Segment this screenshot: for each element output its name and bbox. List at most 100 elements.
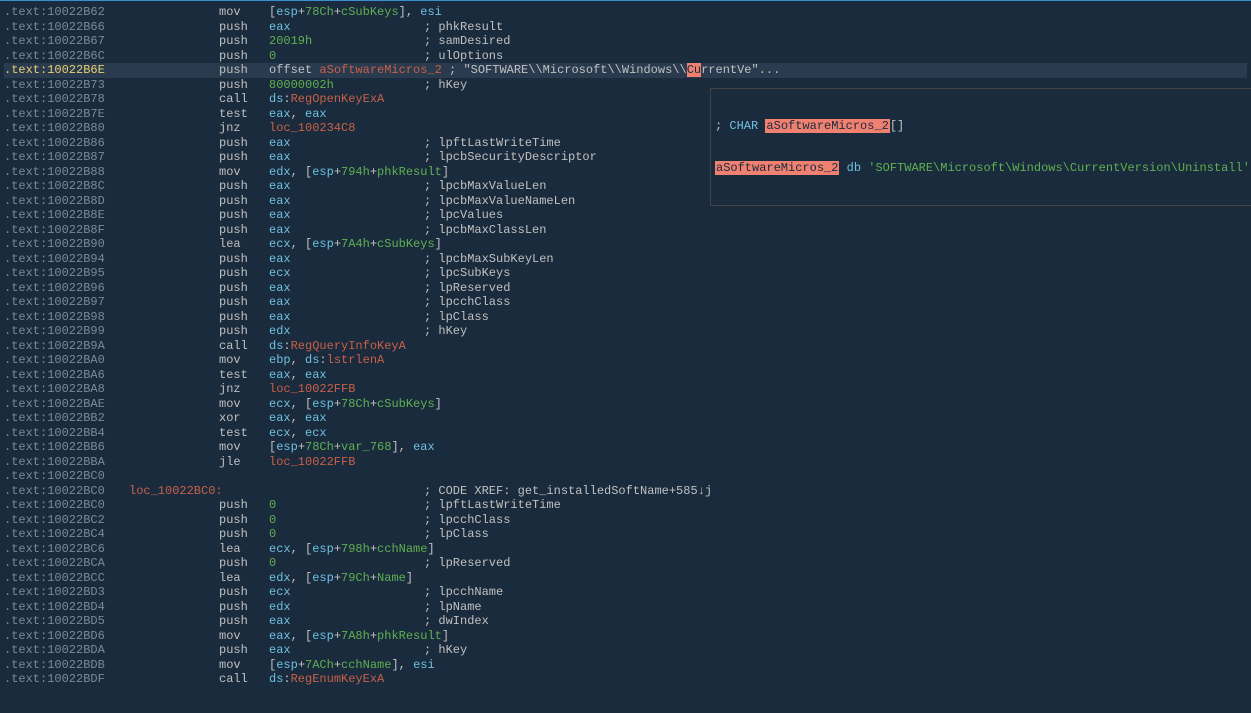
mnemonic: push xyxy=(219,194,269,209)
asm-line[interactable]: .text:10022B6Epushoffset aSoftwareMicros… xyxy=(4,63,1247,78)
comment: ; ulOptions xyxy=(424,49,503,64)
asm-line[interactable]: .text:10022BAEmovecx, [esp+78Ch+cSubKeys… xyxy=(4,397,1247,412)
address: .text:10022BD5 xyxy=(4,614,129,629)
operand-token: loc_10022FFB xyxy=(269,382,355,396)
mnemonic: push xyxy=(219,208,269,223)
operands: eax, eax xyxy=(269,411,327,426)
operand-token: ] xyxy=(427,542,434,556)
operand-token: loc_10022FFB xyxy=(269,455,355,469)
asm-line[interactable]: .text:10022BD6moveax, [esp+7A8h+phkResul… xyxy=(4,629,1247,644)
asm-line[interactable]: .text:10022B6Cpush0; ulOptions xyxy=(4,49,1247,64)
asm-line[interactable]: .text:10022BC4push0; lpClass xyxy=(4,527,1247,542)
operand-token: : xyxy=(283,672,290,686)
operand-token: ] xyxy=(442,629,449,643)
asm-line[interactable]: .text:10022B67push20019h; samDesired xyxy=(4,34,1247,49)
mnemonic: push xyxy=(219,179,269,194)
mnemonic: call xyxy=(219,92,269,107)
mnemonic: push xyxy=(219,310,269,325)
asm-line[interactable]: .text:10022BC2push0; lpcchClass xyxy=(4,513,1247,528)
operand-token: ds xyxy=(269,672,283,686)
operand-token: eax xyxy=(305,107,327,121)
asm-line[interactable]: .text:10022BD5pusheax; dwIndex xyxy=(4,614,1247,629)
asm-line[interactable]: .text:10022BC0 xyxy=(4,469,1247,484)
asm-line[interactable]: .text:10022BD4pushedx; lpName xyxy=(4,600,1247,615)
address: .text:10022BC4 xyxy=(4,527,129,542)
asm-line[interactable]: .text:10022BB2xoreax, eax xyxy=(4,411,1247,426)
operands: ds:RegEnumKeyExA xyxy=(269,672,384,687)
operand-token: edx xyxy=(269,600,291,614)
operand-token: eax xyxy=(269,411,291,425)
asm-line[interactable]: .text:10022BDFcallds:RegEnumKeyExA xyxy=(4,672,1247,687)
asm-line[interactable]: .text:10022BCApush0; lpReserved xyxy=(4,556,1247,571)
mnemonic: push xyxy=(219,63,269,78)
asm-line[interactable]: .text:10022B95pushecx; lpcSubKeys xyxy=(4,266,1247,281)
operand-token: cSubKeys xyxy=(377,237,435,251)
asm-line[interactable]: .text:10022B94pusheax; lpcbMaxSubKeyLen xyxy=(4,252,1247,267)
asm-line[interactable]: .text:10022B99pushedx; hKey xyxy=(4,324,1247,339)
operand-token: , [ xyxy=(291,397,313,411)
operand-token: 78Ch xyxy=(305,5,334,19)
comment: ; lpftLastWriteTime xyxy=(424,498,561,513)
operand-token: ds xyxy=(269,92,283,106)
mnemonic: mov xyxy=(219,629,269,644)
address: .text:10022BD4 xyxy=(4,600,129,615)
operand-token: ds xyxy=(305,353,319,367)
asm-line[interactable]: .text:10022BD3pushecx; lpcchName xyxy=(4,585,1247,600)
asm-line[interactable]: .text:10022BC0push0; lpftLastWriteTime xyxy=(4,498,1247,513)
asm-line[interactable]: .text:10022BDBmov[esp+7ACh+cchName], esi xyxy=(4,658,1247,673)
asm-line[interactable]: .text:10022BB6mov[esp+78Ch+var_768], eax xyxy=(4,440,1247,455)
asm-line[interactable]: .text:10022BB4testecx, ecx xyxy=(4,426,1247,441)
mnemonic: test xyxy=(219,426,269,441)
asm-line[interactable]: .text:10022BBAjleloc_10022FFB xyxy=(4,455,1247,470)
comment: ; lpcSubKeys xyxy=(424,266,510,281)
mnemonic: push xyxy=(219,498,269,513)
operand-token: ecx xyxy=(269,237,291,251)
operands: eax xyxy=(269,643,291,658)
address: .text:10022BC6 xyxy=(4,542,129,557)
asm-line[interactable]: .text:10022B8Fpusheax; lpcbMaxClassLen xyxy=(4,223,1247,238)
comment: ; lpReserved xyxy=(424,556,510,571)
asm-line[interactable]: .text:10022B62mov[esp+78Ch+cSubKeys], es… xyxy=(4,5,1247,20)
asm-line[interactable]: .text:10022B96pusheax; lpReserved xyxy=(4,281,1247,296)
asm-line[interactable]: .text:10022B98pusheax; lpClass xyxy=(4,310,1247,325)
operand-token: cchName xyxy=(341,658,391,672)
asm-line[interactable]: .text:10022B8Epusheax; lpcValues xyxy=(4,208,1247,223)
address: .text:10022BDB xyxy=(4,658,129,673)
operand-token: , [ xyxy=(291,237,313,251)
mnemonic: call xyxy=(219,339,269,354)
asm-line[interactable]: .text:10022BA6testeax, eax xyxy=(4,368,1247,383)
asm-line[interactable]: .text:10022BC0loc_10022BC0:; CODE XREF: … xyxy=(4,484,1247,499)
asm-line[interactable]: .text:10022BCCleaedx, [esp+79Ch+Name] xyxy=(4,571,1247,586)
operand-token: 7A8h xyxy=(341,629,370,643)
operands: ecx xyxy=(269,266,291,281)
asm-line[interactable]: .text:10022BDApusheax; hKey xyxy=(4,643,1247,658)
asm-line[interactable]: .text:10022BC6leaecx, [esp+798h+cchName] xyxy=(4,542,1247,557)
operand-token: eax xyxy=(269,194,291,208)
asm-line[interactable]: .text:10022BA8jnzloc_10022FFB xyxy=(4,382,1247,397)
address: .text:10022B62 xyxy=(4,5,129,20)
asm-line[interactable]: .text:10022B9Acallds:RegQueryInfoKeyA xyxy=(4,339,1247,354)
address: .text:10022BC2 xyxy=(4,513,129,528)
asm-line[interactable]: .text:10022B90leaecx, [esp+7A4h+cSubKeys… xyxy=(4,237,1247,252)
asm-line[interactable]: .text:10022BA0movebp, ds:lstrlenA xyxy=(4,353,1247,368)
comment: ; CODE XREF: get_installedSoftName+585↓j xyxy=(424,484,712,499)
operand-token: , [ xyxy=(291,629,313,643)
operands: ecx, [esp+7A4h+cSubKeys] xyxy=(269,237,442,252)
address: .text:10022B6C xyxy=(4,49,129,64)
mnemonic: push xyxy=(219,527,269,542)
asm-line[interactable]: .text:10022B66pusheax; phkResult xyxy=(4,20,1247,35)
operand-token: cSubKeys xyxy=(341,5,399,19)
comment: ; lpcchClass xyxy=(424,295,510,310)
operand-token: ] xyxy=(442,165,449,179)
operand-token: esp xyxy=(276,440,298,454)
address: .text:10022BAE xyxy=(4,397,129,412)
operand-token: + xyxy=(298,658,305,672)
address: .text:10022B94 xyxy=(4,252,129,267)
operands: [esp+78Ch+cSubKeys], esi xyxy=(269,5,442,20)
address: .text:10022B95 xyxy=(4,266,129,281)
operand-token: eax xyxy=(269,368,291,382)
disassembly-view[interactable]: .text:10022B62 mov [esp+78Ch+cSubKeys], es… xyxy=(0,0,1251,713)
comment: ; lpcbMaxValueNameLen xyxy=(424,194,575,209)
mnemonic: jnz xyxy=(219,121,269,136)
asm-line[interactable]: .text:10022B97pusheax; lpcchClass xyxy=(4,295,1247,310)
